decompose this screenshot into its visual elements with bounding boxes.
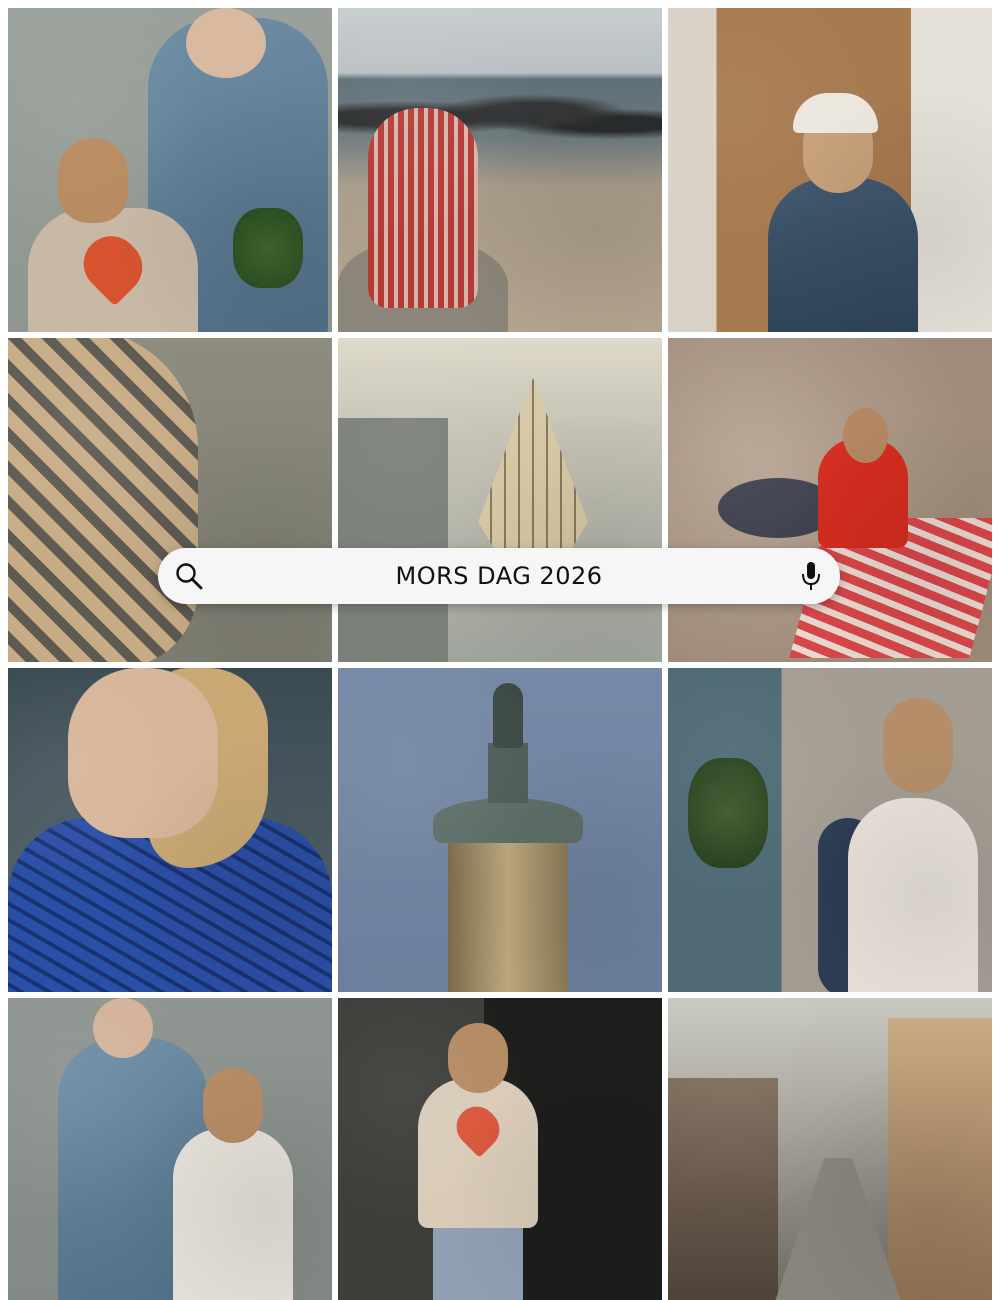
- photo-tile-11[interactable]: [338, 998, 662, 1300]
- photo-tile-8[interactable]: [338, 668, 662, 992]
- photo-tile-6[interactable]: [668, 338, 992, 662]
- photo-tile-7[interactable]: [8, 668, 332, 992]
- search-icon[interactable]: [174, 561, 204, 591]
- photo-tile-4[interactable]: [8, 338, 332, 662]
- photo-tile-3[interactable]: [668, 8, 992, 332]
- photo-tile-2[interactable]: [338, 8, 662, 332]
- photo-grid: [0, 0, 1000, 1300]
- photo-tile-1[interactable]: [8, 8, 332, 332]
- search-query[interactable]: MORS DAG 2026: [396, 562, 603, 590]
- photo-tile-10[interactable]: [8, 998, 332, 1300]
- microphone-icon[interactable]: [800, 560, 822, 592]
- search-bar[interactable]: MORS DAG 2026: [158, 548, 840, 604]
- photo-tile-9[interactable]: [668, 668, 992, 992]
- photo-tile-12[interactable]: [668, 998, 992, 1300]
- photo-tile-5[interactable]: [338, 338, 662, 662]
